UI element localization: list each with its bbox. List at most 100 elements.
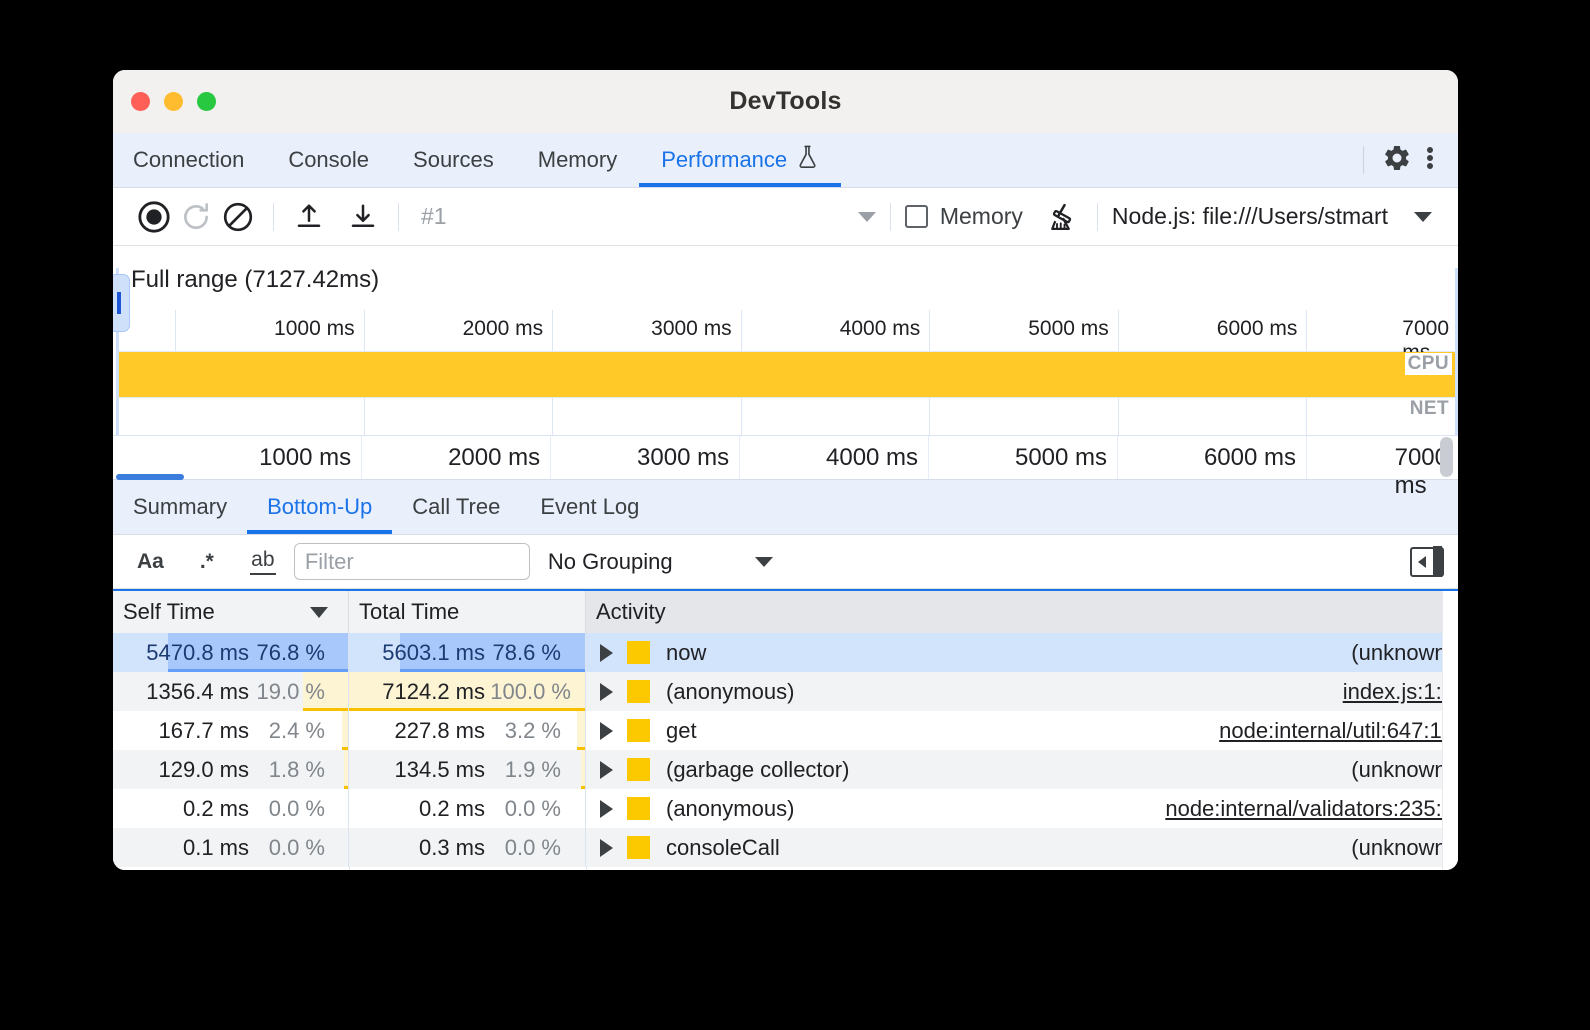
tab-event-log-label: Event Log [540, 494, 639, 520]
regex-icon[interactable]: .* [188, 543, 226, 581]
overview-bottom-ruler: 1000 ms 2000 ms 3000 ms 4000 ms 5000 ms … [113, 435, 1458, 479]
ruler-tick-label: 1000 ms [274, 317, 364, 341]
maximize-window-button[interactable] [197, 92, 216, 111]
toolbar-divider-3 [890, 203, 891, 231]
total-time-pct: 0.0 % [485, 835, 571, 861]
kebab-menu-icon[interactable] [1418, 143, 1442, 178]
self-time-pct: 76.8 % [249, 640, 335, 666]
column-header-total-time[interactable]: Total Time [349, 591, 586, 633]
column-header-self-time-label: Self Time [123, 599, 215, 625]
download-profile-icon[interactable] [342, 196, 384, 238]
upload-profile-icon[interactable] [288, 196, 330, 238]
screenshot-root: DevTools Connection Console Sources Memo… [0, 0, 1590, 1030]
column-header-activity[interactable]: Activity [586, 591, 1458, 633]
expand-triangle-icon[interactable] [600, 800, 613, 818]
search-input[interactable] [294, 543, 530, 580]
tab-console[interactable]: Console [266, 133, 391, 187]
gear-icon[interactable] [1382, 143, 1412, 178]
total-time-pct: 1.9 % [485, 757, 571, 783]
tab-summary-label: Summary [133, 494, 227, 520]
tab-sources[interactable]: Sources [391, 133, 516, 187]
chevron-down-icon-grouping[interactable] [755, 557, 773, 567]
self-time-ms: 129.0 ms [113, 757, 249, 783]
table-row[interactable]: 0.1 ms 0.0 % 0.3 ms 0.0 % consoleCall (u… [113, 828, 1458, 867]
tab-call-tree-label: Call Tree [412, 494, 500, 520]
tab-connection[interactable]: Connection [113, 133, 266, 187]
activity-color-swatch [627, 797, 650, 820]
tab-memory[interactable]: Memory [516, 133, 639, 187]
memory-checkbox[interactable] [905, 205, 928, 228]
table-row[interactable]: 129.0 ms 1.8 % 134.5 ms 1.9 % (garbage c… [113, 750, 1458, 789]
activity-name: now [666, 640, 706, 666]
cell-total-time: 7124.2 ms 100.0 % [349, 672, 586, 711]
activity-source-link[interactable]: node:internal/util:647:17 [1219, 718, 1458, 744]
activity-color-swatch [627, 680, 650, 703]
total-time-ms: 227.8 ms [349, 718, 485, 744]
broom-icon[interactable] [1041, 196, 1083, 238]
tab-bottom-up[interactable]: Bottom-Up [247, 480, 392, 534]
cell-self-time: 167.7 ms 2.4 % [113, 711, 349, 750]
memory-checkbox-label[interactable]: Memory [940, 203, 1023, 230]
range-selection-handle-left[interactable] [113, 274, 130, 332]
whole-word-icon[interactable]: ab [244, 543, 282, 581]
overview-lanes: CPU NET [116, 352, 1458, 435]
overview-pane[interactable]: 1000 ms 2000 ms 3000 ms 4000 ms 5000 ms … [116, 310, 1458, 435]
ruler-tick-label: 6000 ms [1217, 317, 1307, 341]
reload-record-icon[interactable] [175, 196, 217, 238]
table-row[interactable]: 1356.4 ms 19.0 % 7124.2 ms 100.0 % (anon… [113, 672, 1458, 711]
tab-call-tree[interactable]: Call Tree [392, 480, 520, 534]
total-time-ms: 0.2 ms [349, 796, 485, 822]
activity-source-link[interactable]: node:internal/validators:235:3 [1165, 796, 1458, 822]
total-time-ms: 0.3 ms [349, 835, 485, 861]
column-header-self-time[interactable]: Self Time [113, 591, 349, 633]
expand-triangle-icon[interactable] [600, 761, 613, 779]
cell-total-time: 5603.1 ms 78.6 % [349, 633, 586, 672]
tabbar-spacer [841, 133, 1351, 187]
expand-triangle-icon[interactable] [600, 644, 613, 662]
ruler2-tick-label: 6000 ms [1204, 444, 1306, 472]
expand-triangle-icon[interactable] [600, 722, 613, 740]
self-time-pct: 19.0 % [249, 679, 335, 705]
ruler2-tick-label: 3000 ms [637, 444, 739, 472]
activity-source-link[interactable]: index.js:1:1 [1343, 679, 1458, 705]
target-selector-label[interactable]: Node.js: file:///Users/stmart [1112, 203, 1388, 230]
tab-summary[interactable]: Summary [113, 480, 247, 534]
tab-performance[interactable]: Performance [639, 133, 841, 187]
total-time-ms: 5603.1 ms [349, 640, 485, 666]
close-window-button[interactable] [131, 92, 150, 111]
table-vertical-scrollbar[interactable] [1442, 591, 1458, 870]
grouping-select-label[interactable]: No Grouping [548, 549, 673, 575]
expand-triangle-icon[interactable] [600, 683, 613, 701]
activity-color-swatch [627, 836, 650, 859]
chevron-down-icon-target[interactable] [1414, 212, 1432, 222]
cell-activity: consoleCall (unknown) [586, 828, 1458, 867]
sidebar-collapse-icon[interactable] [1410, 547, 1444, 577]
match-case-icon[interactable]: Aa [131, 543, 170, 581]
tab-event-log[interactable]: Event Log [520, 480, 659, 534]
table-row[interactable]: 167.7 ms 2.4 % 227.8 ms 3.2 % get node:i… [113, 711, 1458, 750]
overview-vertical-scrollbar[interactable] [1440, 437, 1453, 477]
column-header-activity-label: Activity [596, 599, 666, 625]
record-icon[interactable] [133, 196, 175, 238]
total-time-pct: 0.0 % [485, 796, 571, 822]
table-row[interactable]: 5470.8 ms 76.8 % 5603.1 ms 78.6 % now (u… [113, 633, 1458, 672]
self-time-pct: 2.4 % [249, 718, 335, 744]
timeline-overview: Full range (7127.42ms) 1000 ms 2000 ms 3… [113, 246, 1458, 479]
ruler-tick-label: 5000 ms [1028, 317, 1118, 341]
run-selector-label[interactable]: #1 [421, 203, 447, 230]
net-lane-label: NET [1407, 398, 1452, 420]
activity-color-swatch [627, 719, 650, 742]
window-title: DevTools [113, 87, 1458, 116]
cell-self-time: 1356.4 ms 19.0 % [113, 672, 349, 711]
table-empty-area [113, 867, 1458, 870]
cpu-usage-bar [116, 352, 1458, 397]
cell-activity: (garbage collector) (unknown) [586, 750, 1458, 789]
total-time-pct: 100.0 % [485, 679, 571, 705]
table-row[interactable]: 0.2 ms 0.0 % 0.2 ms 0.0 % (anonymous) no… [113, 789, 1458, 828]
tab-memory-label: Memory [538, 147, 617, 173]
toolbar-divider-1 [273, 203, 274, 231]
chevron-down-icon-run[interactable] [858, 212, 876, 222]
minimize-window-button[interactable] [164, 92, 183, 111]
expand-triangle-icon[interactable] [600, 839, 613, 857]
clear-icon[interactable] [217, 196, 259, 238]
